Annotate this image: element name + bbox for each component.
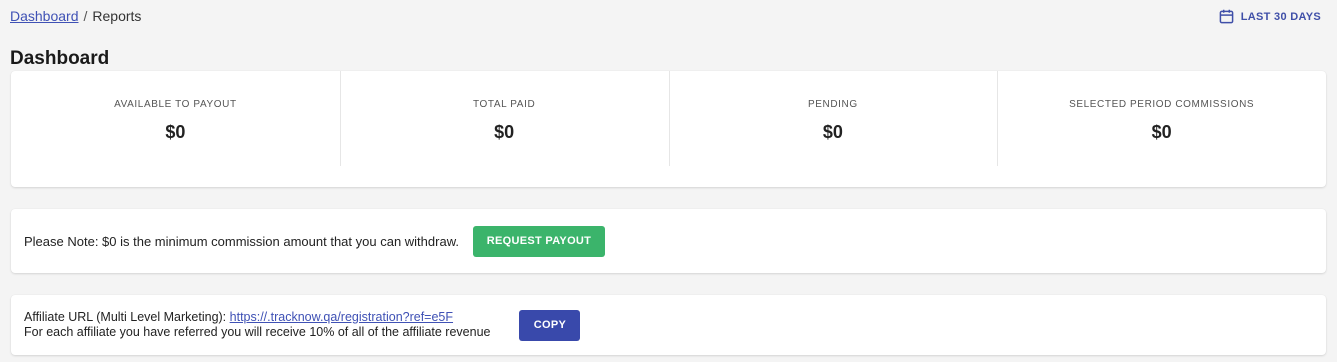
stat-value: $0 bbox=[822, 122, 843, 142]
affiliate-url-line: Affiliate URL (Multi Level Marketing): h… bbox=[24, 310, 490, 325]
stat-available-to-payout: AVAILABLE TO PAYOUT $0 bbox=[11, 71, 340, 187]
minimum-commission-note: Please Note: $0 is the minimum commissio… bbox=[24, 233, 459, 249]
stat-value: $0 bbox=[165, 122, 186, 142]
payout-note-card: Please Note: $0 is the minimum commissio… bbox=[11, 209, 1326, 273]
affiliate-info: Affiliate URL (Multi Level Marketing): h… bbox=[24, 310, 490, 340]
copy-button[interactable]: COPY bbox=[519, 309, 581, 341]
stat-value: $0 bbox=[494, 122, 515, 142]
affiliate-description: For each affiliate you have referred you… bbox=[24, 325, 491, 339]
page-title: Dashboard bbox=[10, 48, 110, 69]
stat-selected-period-commissions: SELECTED PERIOD COMMISSIONS $0 bbox=[997, 71, 1326, 187]
affiliate-url-link[interactable]: https://.tracknow.qa/registration?ref=e5… bbox=[230, 310, 453, 324]
stat-value: $0 bbox=[1151, 122, 1172, 142]
request-payout-button[interactable]: REQUEST PAYOUT bbox=[472, 225, 605, 257]
affiliate-url-label: Affiliate URL (Multi Level Marketing): bbox=[24, 310, 227, 324]
stat-total-paid: TOTAL PAID $0 bbox=[339, 71, 669, 187]
breadcrumb-separator: / bbox=[83, 8, 88, 24]
breadcrumb-dashboard-link[interactable]: Dashboard bbox=[10, 8, 79, 24]
stat-label: TOTAL PAID bbox=[472, 99, 536, 110]
stat-label: AVAILABLE TO PAYOUT bbox=[114, 99, 237, 110]
date-range-button[interactable]: LAST 30 DAYS bbox=[1219, 9, 1321, 24]
date-range-label: LAST 30 DAYS bbox=[1240, 10, 1321, 23]
stat-label: SELECTED PERIOD COMMISSIONS bbox=[1069, 99, 1255, 110]
affiliate-url-card: Affiliate URL (Multi Level Marketing): h… bbox=[11, 295, 1326, 355]
breadcrumb: Dashboard / Reports bbox=[10, 8, 141, 24]
breadcrumb-current: Reports bbox=[92, 8, 142, 24]
calendar-icon bbox=[1219, 9, 1234, 24]
stats-card: AVAILABLE TO PAYOUT $0 TOTAL PAID $0 PEN… bbox=[11, 71, 1326, 187]
stat-label: PENDING bbox=[807, 99, 858, 110]
stat-pending: PENDING $0 bbox=[668, 71, 998, 187]
